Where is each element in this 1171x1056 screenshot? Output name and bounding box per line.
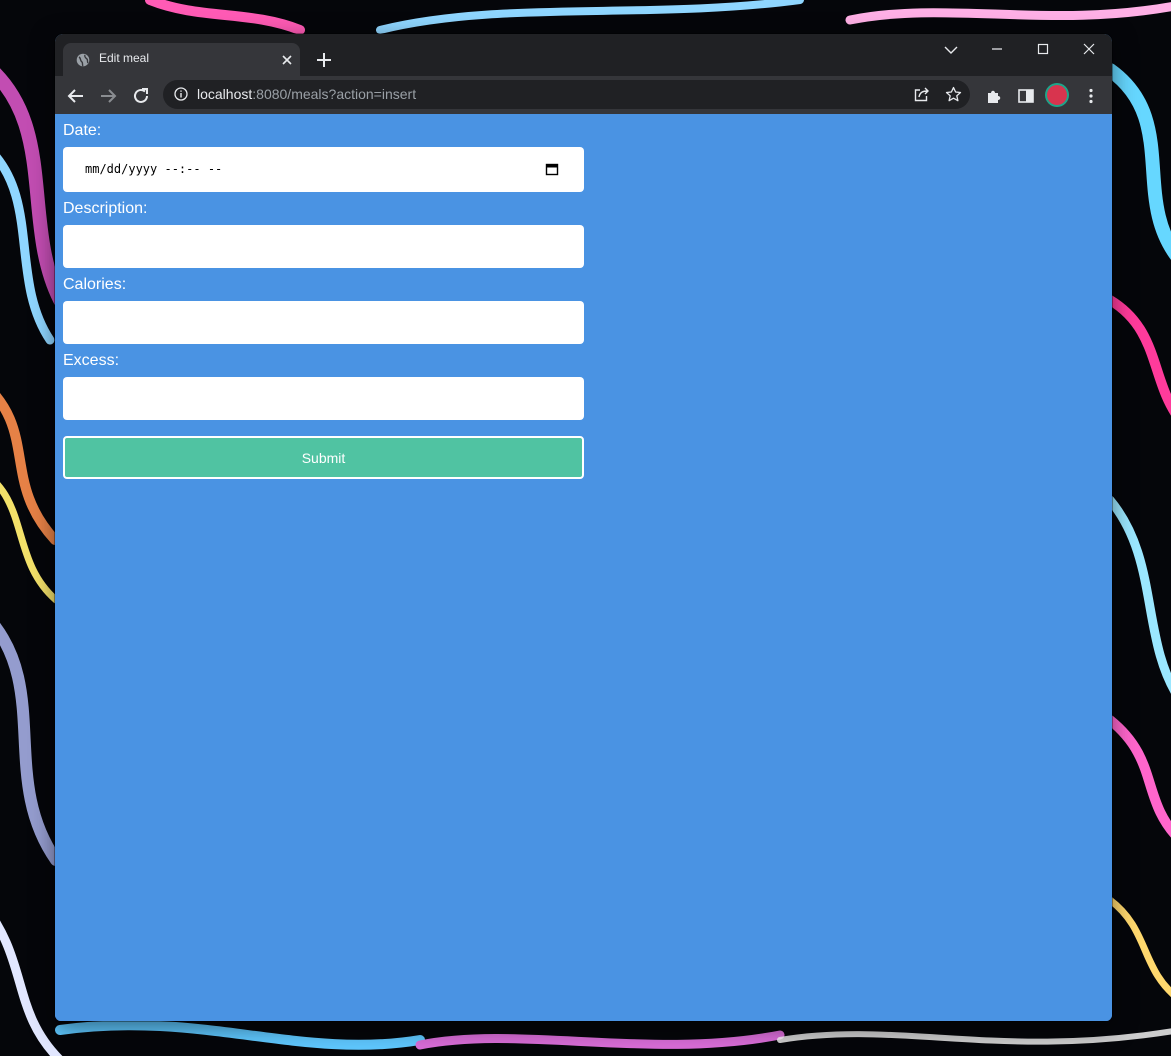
url-path: :8080/meals?action=insert (252, 86, 417, 102)
chevron-down-icon[interactable] (943, 42, 959, 58)
browser-toolbar: localhost:8080/meals?action=insert (55, 76, 1112, 115)
excess-input[interactable] (63, 377, 584, 420)
back-arrow-icon[interactable] (67, 87, 85, 105)
close-icon[interactable] (280, 53, 294, 67)
profile-avatar[interactable] (1047, 85, 1067, 105)
tab-strip: Edit meal (55, 34, 1112, 76)
window-close-button[interactable] (1066, 34, 1112, 64)
globe-icon (76, 53, 90, 67)
kebab-menu-icon[interactable] (1082, 87, 1100, 105)
window-close-icon (1083, 43, 1095, 55)
star-icon[interactable] (945, 86, 962, 103)
puzzle-icon[interactable] (985, 87, 1003, 105)
date-input[interactable]: mm/dd/yyyy --:-- -- (63, 147, 584, 192)
date-placeholder: mm/dd/yyyy --:-- -- (85, 162, 223, 176)
reload-icon[interactable] (132, 87, 150, 105)
minimize-button[interactable] (974, 34, 1020, 64)
minimize-icon (992, 48, 1002, 50)
address-bar[interactable]: localhost:8080/meals?action=insert (163, 80, 970, 109)
edit-meal-form: Date: mm/dd/yyyy --:-- -- Description: C… (63, 114, 584, 479)
description-label: Description: (63, 200, 148, 217)
url-host: localhost (197, 86, 253, 102)
url-text[interactable]: localhost:8080/meals?action=insert (197, 86, 416, 102)
side-panel-icon[interactable] (1017, 87, 1035, 105)
maximize-button[interactable] (1020, 34, 1066, 64)
share-icon[interactable] (913, 86, 930, 103)
browser-tab[interactable]: Edit meal (63, 43, 300, 76)
date-label: Date: (63, 122, 102, 139)
plus-icon[interactable] (315, 51, 333, 69)
page-content: Date: mm/dd/yyyy --:-- -- Description: C… (55, 114, 1112, 1021)
calendar-icon[interactable] (545, 162, 559, 176)
info-icon[interactable] (174, 87, 188, 101)
maximize-icon (1037, 43, 1049, 55)
description-input[interactable] (63, 225, 584, 268)
calories-label: Calories: (63, 276, 127, 293)
forward-arrow-icon[interactable] (99, 87, 117, 105)
excess-label: Excess: (63, 352, 120, 369)
submit-button[interactable]: Submit (63, 436, 584, 479)
calories-input[interactable] (63, 301, 584, 344)
tab-title: Edit meal (99, 51, 150, 65)
browser-window: Edit meal localhost:8080/meals?action=in… (55, 34, 1112, 1021)
